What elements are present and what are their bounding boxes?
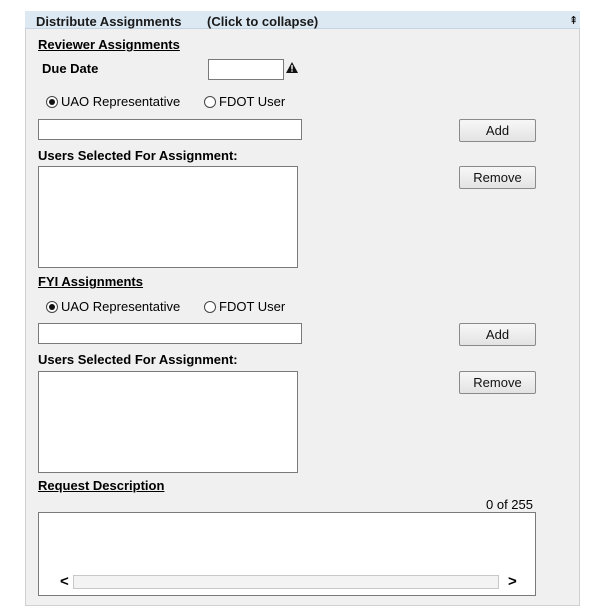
char-count: 0 of 255 [486,497,533,512]
reviewer-users-selected-label: Users Selected For Assignment: [38,148,238,163]
horizontal-scrollbar[interactable] [73,575,499,589]
panel-title: Distribute Assignments [36,14,182,29]
fyi-add-button[interactable]: Add [459,323,536,346]
reviewer-uao-radio[interactable] [46,96,58,108]
due-date-input[interactable] [208,59,284,80]
reviewer-assignments-title: Reviewer Assignments [38,37,180,52]
reviewer-uao-label: UAO Representative [61,94,181,109]
fyi-fdot-label: FDOT User [219,299,286,314]
reviewer-users-selected-list[interactable] [38,166,298,268]
fyi-uao-label: UAO Representative [61,299,181,314]
fyi-uao-radio[interactable] [46,301,58,313]
due-date-label: Due Date [42,61,99,76]
fyi-user-search-input[interactable] [38,323,302,344]
request-description-title: Request Description [38,478,165,493]
fyi-remove-button[interactable]: Remove [459,371,536,394]
fyi-fdot-radio[interactable] [204,301,216,313]
reviewer-fdot-label: FDOT User [219,94,286,109]
collapse-link[interactable]: (Click to collapse) [207,14,318,29]
fyi-users-selected-list[interactable] [38,371,298,473]
fyi-users-selected-label: Users Selected For Assignment: [38,352,238,367]
fyi-assignments-title: FYI Assignments [38,274,143,289]
reviewer-add-button[interactable]: Add [459,119,536,142]
warning-icon [286,62,298,73]
scroll-right-arrow[interactable]: > [508,573,517,590]
collapse-icon[interactable]: ⇞ [569,14,578,27]
scroll-left-arrow[interactable]: < [60,573,69,590]
reviewer-remove-button[interactable]: Remove [459,166,536,189]
reviewer-fdot-radio[interactable] [204,96,216,108]
reviewer-user-search-input[interactable] [38,119,302,140]
